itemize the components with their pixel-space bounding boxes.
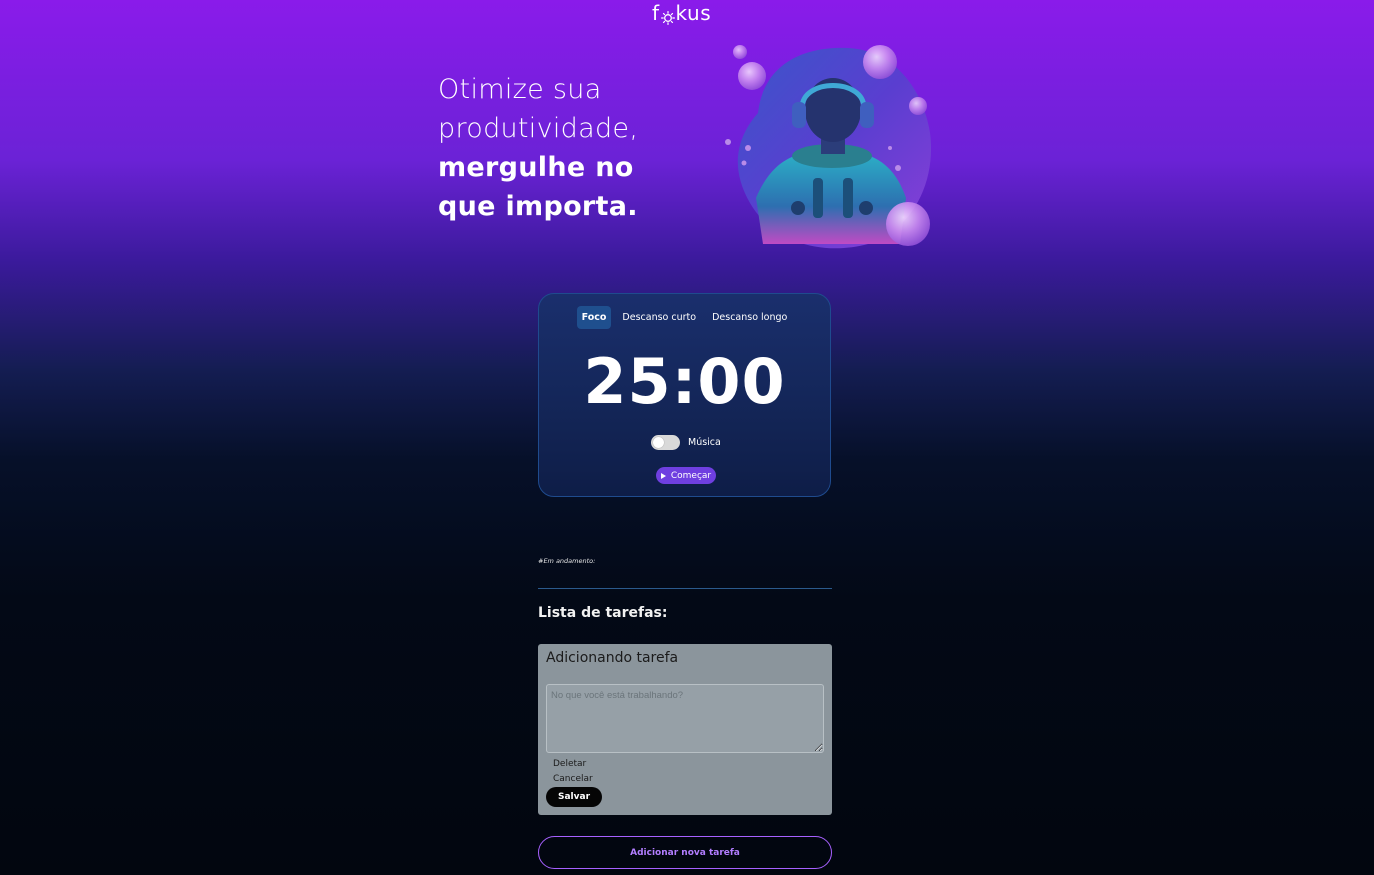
delete-button[interactable]: Deletar (553, 759, 586, 769)
hero-line-3: mergulhe no (438, 152, 634, 183)
task-list-title: Lista de tarefas: (538, 605, 668, 621)
task-form-title: Adicionando tarefa (546, 650, 679, 666)
hero-illustration (718, 38, 936, 252)
logo-text-prefix: f (652, 1, 660, 25)
in-progress-label: #Em andamento: (538, 557, 596, 565)
sun-icon (660, 6, 675, 25)
timer-tabs: Foco Descanso curto Descanso longo (539, 306, 830, 329)
fokus-logo: f kus (652, 1, 722, 25)
hero-line-4: que importa. (438, 191, 638, 222)
start-button[interactable]: Começar (656, 467, 716, 484)
tab-descanso-curto[interactable]: Descanso curto (617, 306, 701, 329)
play-icon (660, 472, 666, 479)
music-label: Música (688, 437, 721, 448)
add-task-form: Adicionando tarefa Deletar Cancelar Salv… (538, 644, 832, 815)
task-description-input[interactable] (546, 684, 824, 753)
start-button-label: Começar (670, 470, 712, 481)
tab-foco[interactable]: Foco (576, 306, 612, 329)
cancel-button[interactable]: Cancelar (553, 774, 593, 784)
music-row: Música (651, 435, 721, 450)
section-divider (538, 588, 832, 589)
hero-line-1: Otimize sua (438, 74, 602, 105)
hero-line-2: produtividade, (438, 113, 639, 144)
timer-card: Foco Descanso curto Descanso longo 25:00… (538, 293, 831, 497)
timer-display: 25:00 (583, 345, 786, 418)
save-button[interactable]: Salvar (546, 787, 602, 807)
tab-descanso-longo[interactable]: Descanso longo (707, 306, 792, 329)
logo-text-suffix: kus (675, 1, 712, 25)
toggle-knob (653, 437, 664, 448)
hero-title: Otimize sua produtividade, mergulhe no q… (438, 70, 708, 226)
add-new-task-button[interactable]: Adicionar nova tarefa (538, 836, 832, 869)
music-toggle[interactable] (651, 435, 680, 450)
